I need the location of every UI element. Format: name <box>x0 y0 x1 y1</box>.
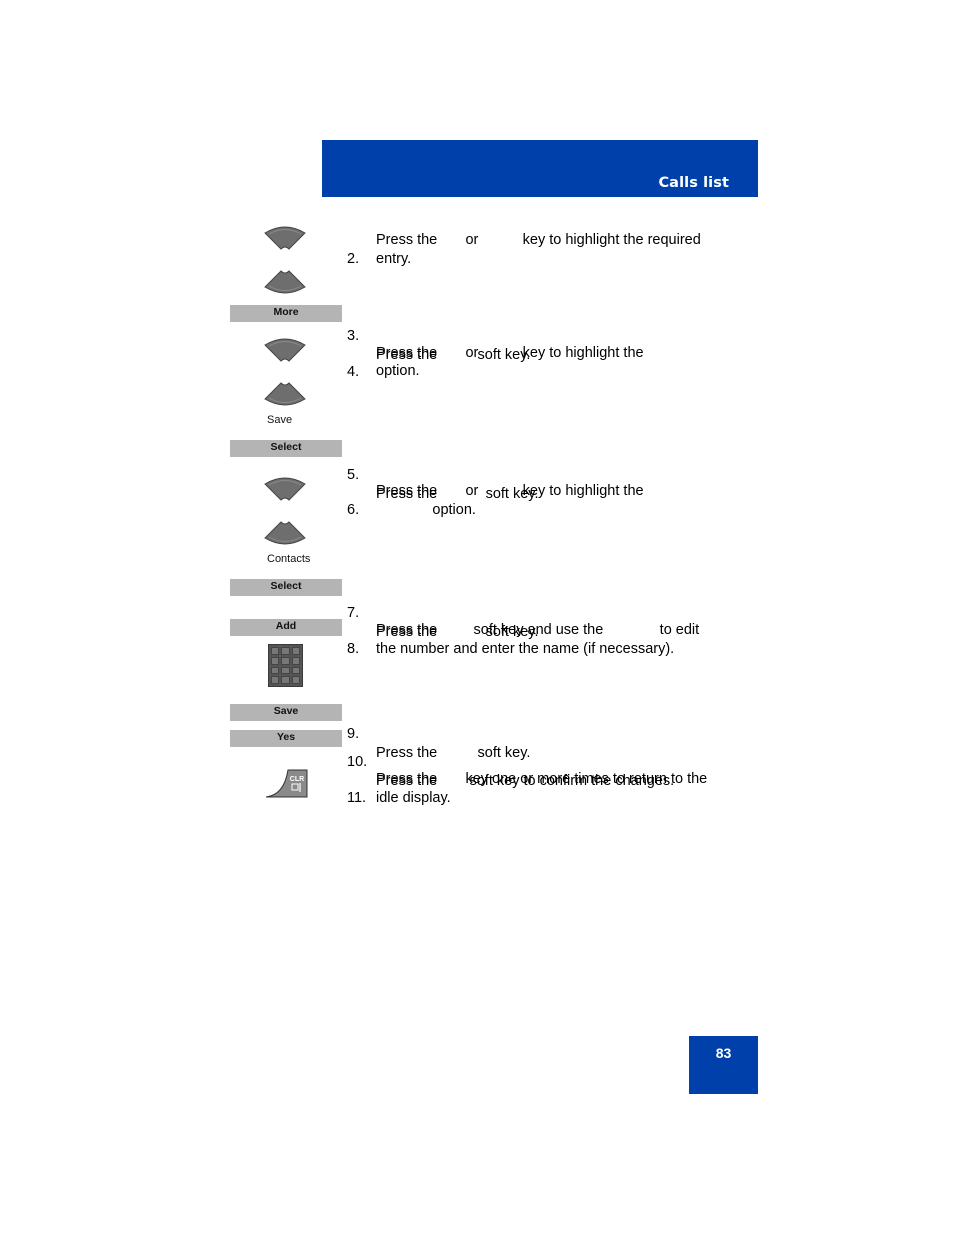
step-text: Press the or key to highlight the <box>376 345 644 361</box>
step-2: 2. Press the or key to highlight the req… <box>347 231 701 307</box>
step-text: Press the soft key and use the to edit <box>376 622 700 638</box>
page-number-box: 83 <box>689 1036 758 1094</box>
navigation-up-key-icon <box>264 226 306 250</box>
step-number: 8. <box>347 641 360 657</box>
page-number: 83 <box>715 1045 732 1061</box>
option-label-save: Save <box>267 414 293 426</box>
step-number: 4. <box>347 364 360 380</box>
save-softkey: Save <box>230 704 342 721</box>
step-text: entry. <box>376 251 412 267</box>
step-4: 4. Press the or key to highlight the opt… <box>347 344 644 420</box>
yes-softkey: Yes <box>230 730 342 747</box>
step-text: option. <box>376 363 420 379</box>
dial-keypad-icon <box>268 644 303 687</box>
step-number: 2. <box>347 251 360 267</box>
step-text: the number and enter the name (if necess… <box>376 641 675 657</box>
svg-text:CLR: CLR <box>290 776 304 783</box>
step-text: Press the or key to highlight the <box>376 483 644 499</box>
option-label-contacts: Contacts <box>267 553 311 565</box>
step-text: idle display. <box>376 790 451 806</box>
section-title: Calls list <box>658 175 729 191</box>
step-text: option. <box>376 502 476 518</box>
navigation-down-key-icon <box>264 270 306 294</box>
step-number: 11. <box>347 790 367 806</box>
select-softkey: Select <box>230 440 342 457</box>
step-text: Press the or key to highlight the requir… <box>376 232 701 248</box>
clr-end-key-icon: CLR <box>266 769 308 798</box>
add-softkey: Add <box>230 619 342 636</box>
navigation-up-key-icon <box>264 477 306 501</box>
navigation-up-key-icon <box>264 338 306 362</box>
step-6: 6. Press the or key to highlight the opt… <box>347 482 644 558</box>
more-softkey: More <box>230 305 342 322</box>
step-8: 8. Press the soft key and use the to edi… <box>347 621 699 697</box>
navigation-down-key-icon <box>264 521 306 545</box>
step-11: 11. Press the key one or more times to r… <box>347 770 707 846</box>
step-text: Press the soft key. <box>376 745 531 761</box>
select-softkey: Select <box>230 579 342 596</box>
navigation-down-key-icon <box>264 382 306 406</box>
step-text: Press the key one or more times to retur… <box>376 771 708 787</box>
header-band: Calls list <box>322 140 758 197</box>
step-number: 6. <box>347 502 360 518</box>
